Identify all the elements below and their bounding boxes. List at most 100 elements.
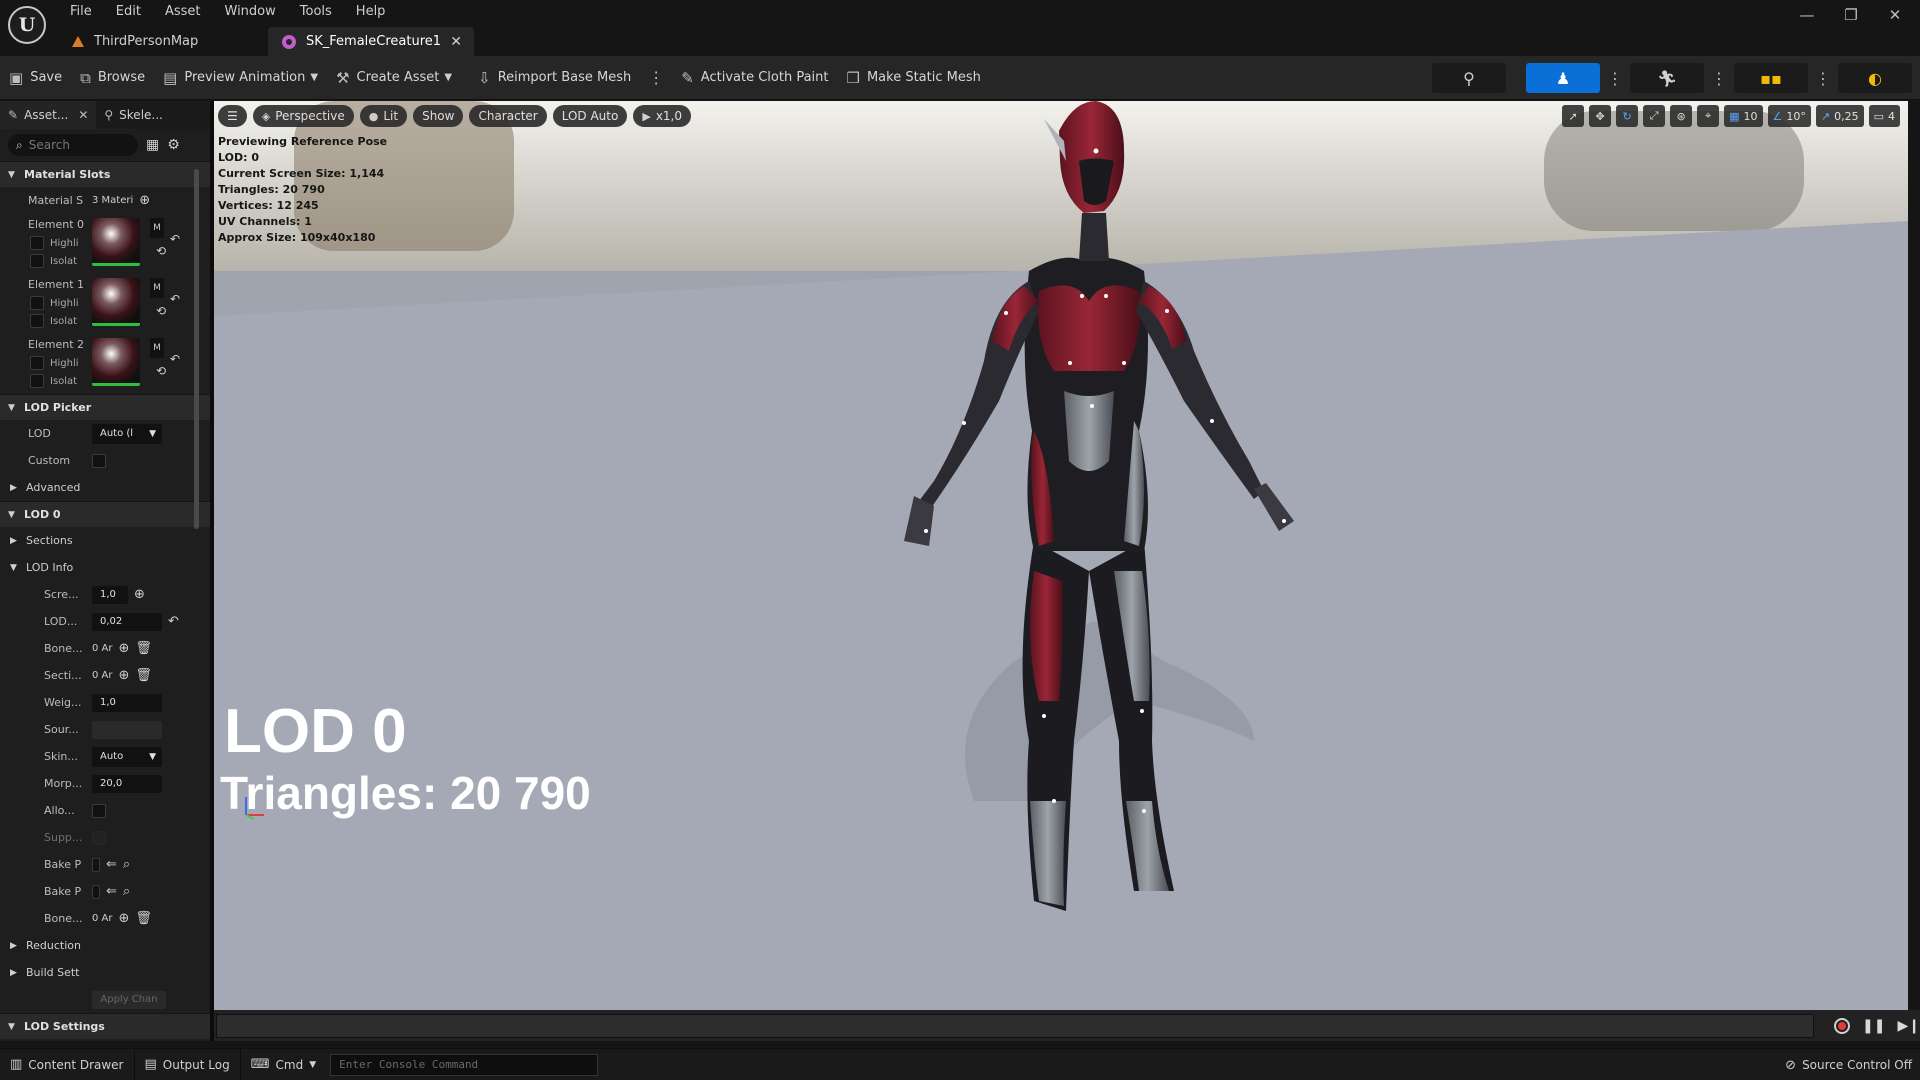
surface-snap-button[interactable]: ⌖: [1697, 105, 1720, 127]
subsection-lod-info[interactable]: ▼ LOD Info: [0, 554, 210, 581]
weight-input[interactable]: 1,0: [92, 693, 162, 712]
material-thumbnail[interactable]: [92, 278, 140, 326]
add-icon[interactable]: ⊕: [119, 668, 130, 683]
rotation-snap-button[interactable]: ∠ 10°: [1767, 105, 1811, 127]
character-button[interactable]: Character: [469, 105, 547, 127]
add-icon[interactable]: ⊕: [134, 587, 145, 602]
lod-button[interactable]: LOD Auto: [552, 105, 628, 127]
animation-mode-button[interactable]: 🏃︎: [1630, 63, 1704, 93]
table-view-icon[interactable]: ▦: [146, 137, 159, 153]
rotate-tool-button[interactable]: ↻: [1616, 105, 1639, 127]
add-icon[interactable]: ⊕: [119, 641, 130, 656]
menu-asset[interactable]: Asset: [153, 2, 213, 22]
gear-icon[interactable]: ⚙: [167, 137, 180, 153]
output-log-button[interactable]: ▤ Output Log: [135, 1048, 241, 1080]
add-material-icon[interactable]: ⊕: [139, 193, 150, 208]
material-name-field[interactable]: M: [150, 338, 164, 358]
browse-asset-icon[interactable]: ⌕: [123, 884, 130, 899]
coordinate-system-button[interactable]: ⊛: [1670, 105, 1693, 127]
lit-button[interactable]: ● Lit: [359, 105, 408, 127]
tab-sk-female-creature[interactable]: SK_FemaleCreature1 ✕: [268, 27, 474, 56]
create-asset-button[interactable]: ⚒ Create Asset ▼: [327, 62, 461, 94]
reset-arrow-icon[interactable]: ↶: [170, 232, 180, 246]
material-name-field[interactable]: M: [150, 218, 164, 238]
translate-tool-button[interactable]: ✥: [1589, 105, 1612, 127]
blueprint-mode-button[interactable]: ▪▪: [1734, 63, 1808, 93]
make-static-mesh-button[interactable]: ❒ Make Static Mesh: [838, 62, 990, 94]
cmd-dropdown[interactable]: ⌨ Cmd ▼: [241, 1049, 326, 1080]
menu-file[interactable]: File: [58, 2, 104, 22]
reset-arrow-icon[interactable]: ↶: [170, 352, 180, 366]
activate-cloth-paint-button[interactable]: ✎ Activate Cloth Paint: [672, 62, 837, 94]
lod-dropdown[interactable]: Auto (l ▼: [92, 423, 162, 444]
subsection-build-settings[interactable]: ▶ Build Sett: [0, 959, 210, 986]
save-button[interactable]: ▣ Save: [0, 62, 71, 94]
pause-icon[interactable]: ❚❚: [1862, 1018, 1885, 1034]
trash-icon[interactable]: 🗑︎: [135, 668, 152, 683]
minimize-button[interactable]: —: [1796, 6, 1818, 24]
section-lod-0[interactable]: ▼ LOD 0: [0, 501, 210, 527]
subsection-advanced[interactable]: ▶ Advanced: [0, 474, 210, 501]
animation-mode-options-icon[interactable]: ⋮: [1710, 69, 1728, 88]
bake-pose-override-field[interactable]: [92, 884, 100, 899]
console-command-input[interactable]: Enter Console Command: [330, 1053, 599, 1076]
reset-arrow-icon[interactable]: ↶: [168, 614, 179, 629]
reimport-base-mesh-button[interactable]: ⇩ Reimport Base Mesh: [469, 62, 640, 94]
tab-skeleton-tree[interactable]: ⚲ Skele...: [96, 101, 170, 129]
material-thumbnail[interactable]: [92, 338, 140, 386]
viewport-options-button[interactable]: ☰: [218, 105, 247, 127]
subsection-reduction[interactable]: ▶ Reduction: [0, 932, 210, 959]
browse-asset-icon[interactable]: ⌕: [123, 857, 130, 872]
highlight-checkbox[interactable]: [30, 296, 44, 310]
screen-size-input[interactable]: 1,0: [92, 585, 128, 604]
material-thumbnail[interactable]: [92, 218, 140, 266]
menu-window[interactable]: Window: [213, 2, 288, 22]
step-forward-icon[interactable]: ▶❙: [1898, 1018, 1920, 1034]
restore-button[interactable]: ❐: [1840, 6, 1862, 24]
skin-cache-dropdown[interactable]: Auto ▼: [92, 746, 162, 767]
playback-speed-button[interactable]: ▶ x1,0: [633, 105, 691, 127]
mesh-mode-button[interactable]: ♟: [1526, 63, 1600, 93]
browse-material-icon[interactable]: ⟲: [156, 304, 166, 318]
record-button[interactable]: [1834, 1017, 1851, 1034]
physics-mode-button[interactable]: ◐: [1838, 63, 1912, 93]
show-button[interactable]: Show: [413, 105, 464, 127]
menu-tools[interactable]: Tools: [288, 2, 344, 22]
scale-tool-button[interactable]: ⤢: [1643, 105, 1666, 127]
skeleton-mode-button[interactable]: ⚲: [1432, 63, 1506, 93]
menu-help[interactable]: Help: [344, 2, 398, 22]
scale-snap-button[interactable]: ↗ 0,25: [1815, 105, 1864, 127]
section-lod-picker[interactable]: ▼ LOD Picker: [0, 394, 210, 420]
content-drawer-button[interactable]: ▥ Content Drawer: [0, 1048, 135, 1080]
isolate-checkbox[interactable]: [30, 254, 44, 268]
preview-viewport[interactable]: ☰ ◈ Perspective ● Lit Show Character LOD A…: [214, 101, 1908, 1010]
morph-input[interactable]: 20,0: [92, 774, 162, 793]
section-lod-settings[interactable]: ▼ LOD Settings: [0, 1013, 210, 1039]
subsection-sections[interactable]: ▶ Sections: [0, 527, 210, 554]
highlight-checkbox[interactable]: [30, 236, 44, 250]
custom-checkbox[interactable]: [92, 453, 106, 468]
tab-asset-details[interactable]: ✎ Asset... ✕: [0, 101, 97, 129]
grid-snap-button[interactable]: ▦ 10: [1724, 105, 1763, 127]
timeline-scrubber[interactable]: [216, 1013, 1815, 1038]
blueprint-mode-options-icon[interactable]: ⋮: [1814, 69, 1832, 88]
source-control-button[interactable]: ⊘ Source Control Off: [1785, 1049, 1912, 1080]
browse-material-icon[interactable]: ⟲: [156, 364, 166, 378]
use-selected-icon[interactable]: ⇐: [106, 857, 117, 872]
reset-arrow-icon[interactable]: ↶: [170, 292, 180, 306]
details-scrollbar[interactable]: [194, 169, 199, 529]
use-selected-icon[interactable]: ⇐: [106, 884, 117, 899]
more-options-icon[interactable]: ⋮: [640, 68, 672, 87]
section-material-slots[interactable]: ▼ Material Slots: [0, 161, 210, 187]
trash-icon[interactable]: 🗑︎: [135, 911, 152, 926]
isolate-checkbox[interactable]: [30, 314, 44, 328]
unreal-logo[interactable]: U: [8, 6, 46, 44]
browse-button[interactable]: ⧉ Browse: [71, 62, 154, 94]
browse-material-icon[interactable]: ⟲: [156, 244, 166, 258]
add-icon[interactable]: ⊕: [119, 911, 130, 926]
select-tool-button[interactable]: ➚: [1562, 105, 1585, 127]
close-icon[interactable]: ✕: [78, 108, 88, 122]
character-mesh[interactable]: [834, 101, 1334, 1001]
close-tab-icon[interactable]: ✕: [450, 34, 462, 50]
isolate-checkbox[interactable]: [30, 374, 44, 388]
